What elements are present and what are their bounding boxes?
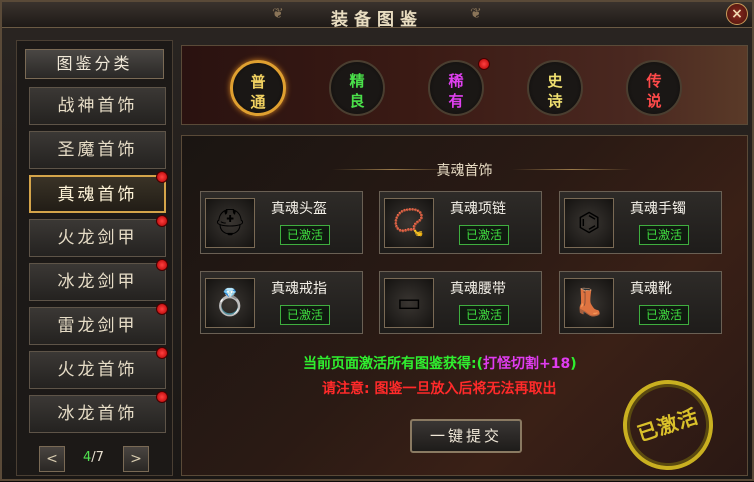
boots-icon[interactable]: 👢 (564, 278, 614, 328)
tier-label-char: 精 (349, 72, 365, 90)
equipment-card[interactable]: ⌬ 真魂手镯已激活 (559, 191, 722, 254)
notification-dot (156, 347, 168, 359)
activated-badge: 已激活 (459, 225, 509, 245)
notification-dot (156, 215, 168, 227)
tier-label-char: 诗 (547, 92, 563, 110)
divider-right (512, 169, 632, 170)
item-name: 真魂头盔 (271, 201, 327, 217)
tier-label-char: 史 (547, 72, 563, 90)
sidebar-item-label: 冰龙剑甲 (57, 272, 138, 292)
item-name: 真魂戒指 (271, 281, 327, 297)
belt-icon[interactable]: ▭ (384, 278, 434, 328)
bracelet-icon[interactable]: ⌬ (564, 198, 614, 248)
collection-panel: 真魂首饰 ⛑ 真魂头盔 已激活 📿 真魂项链 已激活 ⌬ 真魂手镯 已激活 💍 真魂戒指 已激活 ▭ 真魂… (181, 135, 748, 482)
helmet-icon[interactable]: ⛑ (205, 198, 255, 248)
item-glyph: 👢 (572, 288, 606, 318)
activated-badge: 已激活 (639, 225, 689, 245)
tier-label-char: 有 (448, 92, 464, 110)
activated-badge: 已激活 (280, 225, 330, 245)
necklace-icon[interactable]: 📿 (384, 198, 434, 248)
item-name: 真魂腰带 (450, 281, 506, 297)
equipment-card[interactable]: 👢 真魂靴已激活 (559, 271, 722, 334)
sidebar-header: 图鉴分类 (25, 49, 164, 79)
title-bar: ❦ 装备图鉴 ❦ × (2, 2, 752, 30)
sidebar-item[interactable]: 圣魔首饰 (29, 131, 166, 169)
notification-dot (156, 303, 168, 315)
sidebar-item-label: 真魂首饰 (57, 185, 138, 205)
chevron-left-icon: < (46, 451, 58, 467)
activated-badge: 已激活 (280, 305, 330, 325)
reward-prefix: 当前页面激活所有图鉴获得:( (303, 356, 483, 372)
rarity-tier-button[interactable]: 史诗 (527, 60, 583, 116)
category-sidebar: 图鉴分类 战神首饰圣魔首饰真魂首饰火龙剑甲冰龙剑甲雷龙剑甲火龙首饰冰龙首饰 < … (16, 40, 173, 476)
activated-stamp: 已激活 (611, 368, 725, 482)
sidebar-item-label: 圣魔首饰 (57, 140, 138, 160)
pager: < 4/7 > (25, 446, 166, 472)
prev-page-button[interactable]: < (39, 446, 65, 472)
close-icon: × (731, 6, 743, 22)
tier-label-char: 稀 (448, 72, 464, 90)
title-ornament-right: ❦ (470, 6, 482, 22)
ring-icon[interactable]: 💍 (205, 278, 255, 328)
rarity-tier-bar: 普通精良稀有史诗传说 (181, 45, 748, 125)
sidebar-item-label: 冰龙首饰 (57, 404, 138, 424)
reward-suffix: ) (570, 356, 577, 372)
section-title: 真魂首饰 (436, 163, 493, 179)
sidebar-item[interactable]: 火龙首饰 (29, 351, 166, 389)
item-glyph: ⌬ (577, 208, 601, 238)
reward-value: 打怪切割+18 (483, 356, 571, 372)
submit-all-button[interactable]: 一键提交 (410, 419, 522, 453)
sidebar-item[interactable]: 火龙剑甲 (29, 219, 166, 257)
equipment-card[interactable]: 💍 真魂戒指已激活 (200, 271, 363, 334)
sidebar-item-label: 火龙首饰 (57, 360, 138, 380)
tier-label-char: 通 (250, 93, 266, 111)
equipment-card[interactable]: 📿 真魂项链已激活 (379, 191, 542, 254)
notification-dot (478, 58, 490, 70)
warning-text: 请注意: 图鉴一旦放入后将无法再取出 (322, 381, 557, 397)
activated-badge: 已激活 (639, 305, 689, 325)
item-glyph: 📿 (392, 208, 426, 238)
sidebar-item-label: 战神首饰 (57, 96, 138, 116)
sidebar-item[interactable]: 真魂首饰 (29, 175, 166, 213)
item-glyph: ⛑ (213, 208, 247, 238)
notification-dot (156, 171, 168, 183)
rarity-tier-button[interactable]: 普通 (230, 60, 286, 116)
item-name: 真魂手镯 (630, 201, 686, 217)
sidebar-item[interactable]: 冰龙剑甲 (29, 263, 166, 301)
collection-window: ❦ 装备图鉴 ❦ × 图鉴分类 战神首饰圣魔首饰真魂首饰火龙剑甲冰龙剑甲雷龙剑甲… (0, 0, 754, 482)
rarity-tier-button[interactable]: 稀有 (428, 60, 484, 116)
sidebar-item[interactable]: 冰龙首饰 (29, 395, 166, 433)
rarity-tier-button[interactable]: 精良 (329, 60, 385, 116)
page-indicator: 4/7 (83, 450, 104, 465)
item-name: 真魂项链 (450, 201, 506, 217)
tier-label-char: 传 (646, 72, 662, 90)
item-glyph: 💍 (213, 288, 247, 318)
item-name: 真魂靴 (630, 281, 672, 297)
item-glyph: ▭ (396, 288, 422, 318)
equipment-card[interactable]: ⛑ 真魂头盔已激活 (200, 191, 363, 254)
rarity-tier-button[interactable]: 传说 (626, 60, 682, 116)
tier-label-char: 良 (349, 92, 365, 110)
equipment-card[interactable]: ▭ 真魂腰带已激活 (379, 271, 542, 334)
tier-label-char: 普 (250, 73, 266, 91)
total-pages: /7 (91, 450, 104, 465)
next-page-button[interactable]: > (123, 446, 149, 472)
notification-dot (156, 259, 168, 271)
close-button[interactable]: × (726, 3, 748, 25)
sidebar-item-label: 火龙剑甲 (57, 228, 138, 248)
sidebar-item-label: 雷龙剑甲 (57, 316, 138, 336)
reward-text: 当前页面激活所有图鉴获得:(打怪切割+18) (303, 353, 577, 373)
notification-dot (156, 391, 168, 403)
sidebar-item[interactable]: 雷龙剑甲 (29, 307, 166, 345)
window-title: 装备图鉴 (331, 10, 423, 30)
chevron-right-icon: > (130, 451, 142, 467)
activated-badge: 已激活 (459, 305, 509, 325)
sidebar-item[interactable]: 战神首饰 (29, 87, 166, 125)
tier-label-char: 说 (646, 92, 662, 110)
